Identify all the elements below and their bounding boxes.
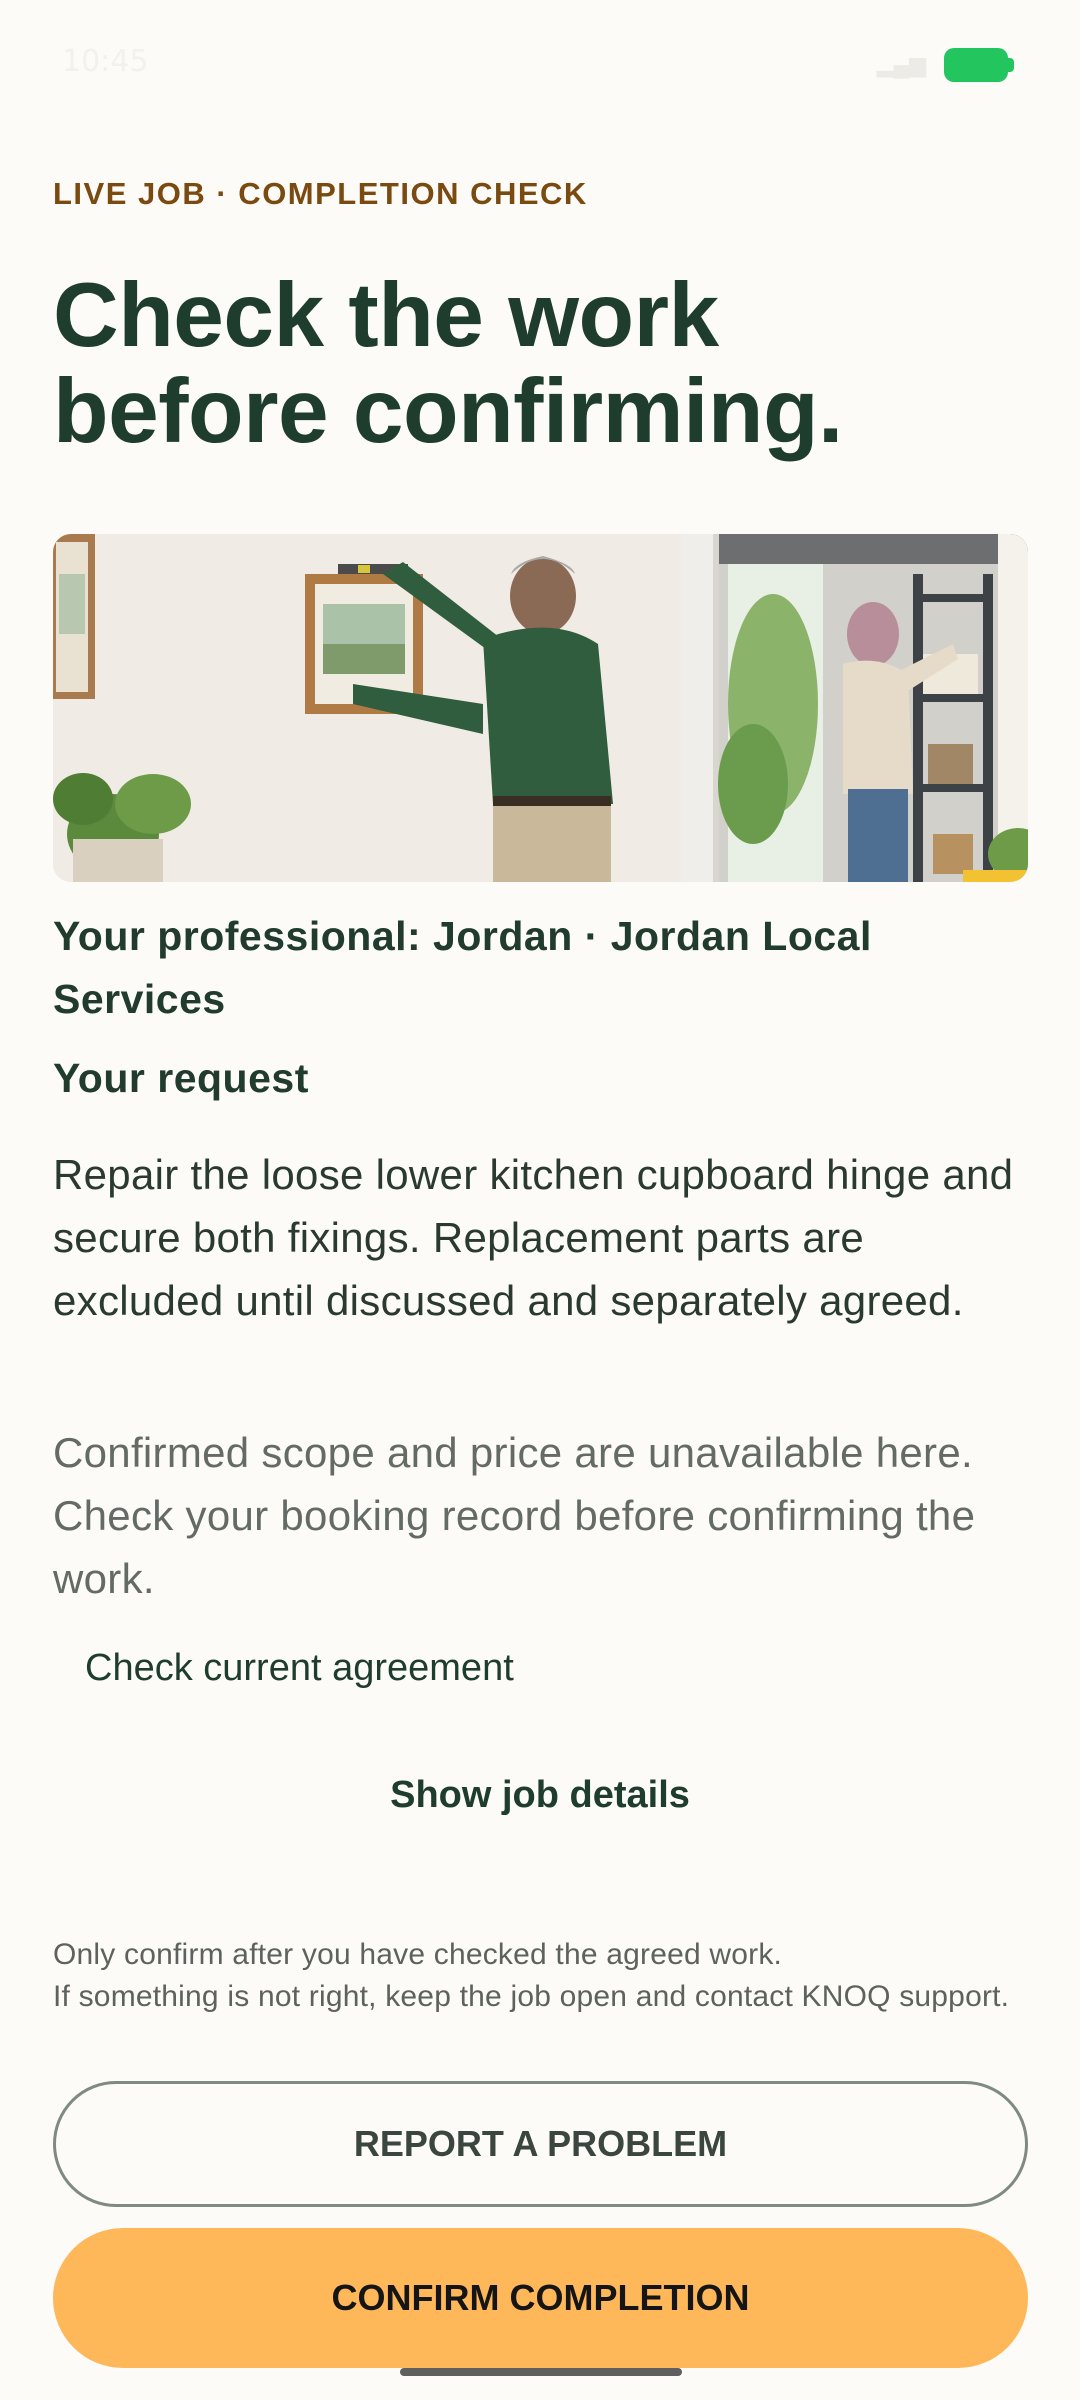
scope-note: Confirmed scope and price are unavailabl… [53, 1429, 976, 1602]
page-title: Check the work before confirming. [53, 268, 1013, 460]
professional-line: Your professional: Jordan · Jordan Local… [53, 913, 872, 1022]
status-bar: 10:45 ▂▄▆ [0, 0, 1080, 130]
report-problem-button[interactable]: REPORT A PROBLEM [53, 2081, 1028, 2207]
footer-note: Only confirm after you have checked the … [53, 1934, 1013, 2018]
job-photo-illustration [53, 534, 1028, 882]
footer-note-line-2: If something is not right, keep the job … [53, 1980, 1010, 2013]
home-indicator[interactable] [400, 2368, 682, 2376]
status-time: 10:45 [62, 44, 149, 79]
check-agreement-link[interactable]: Check current agreement [85, 1647, 514, 1690]
request-title: Your request [53, 1055, 309, 1101]
status-icons: ▂▄▆ [876, 48, 1014, 82]
page-title-line-2: before confirming. [53, 361, 843, 462]
request-body: Repair the loose lower kitchen cupboard … [53, 1151, 1014, 1324]
confirm-completion-button[interactable]: CONFIRM COMPLETION [53, 2228, 1028, 2368]
signal-icon: ▂▄▆ [876, 52, 926, 77]
show-job-details-button[interactable]: Show job details [0, 1774, 1080, 1817]
eyebrow-label: LIVE JOB · COMPLETION CHECK [53, 176, 588, 211]
page-title-line-1: Check the work [53, 265, 719, 366]
battery-icon [944, 48, 1014, 82]
footer-note-line-1: Only confirm after you have checked the … [53, 1938, 783, 1971]
job-photo [53, 534, 1028, 882]
